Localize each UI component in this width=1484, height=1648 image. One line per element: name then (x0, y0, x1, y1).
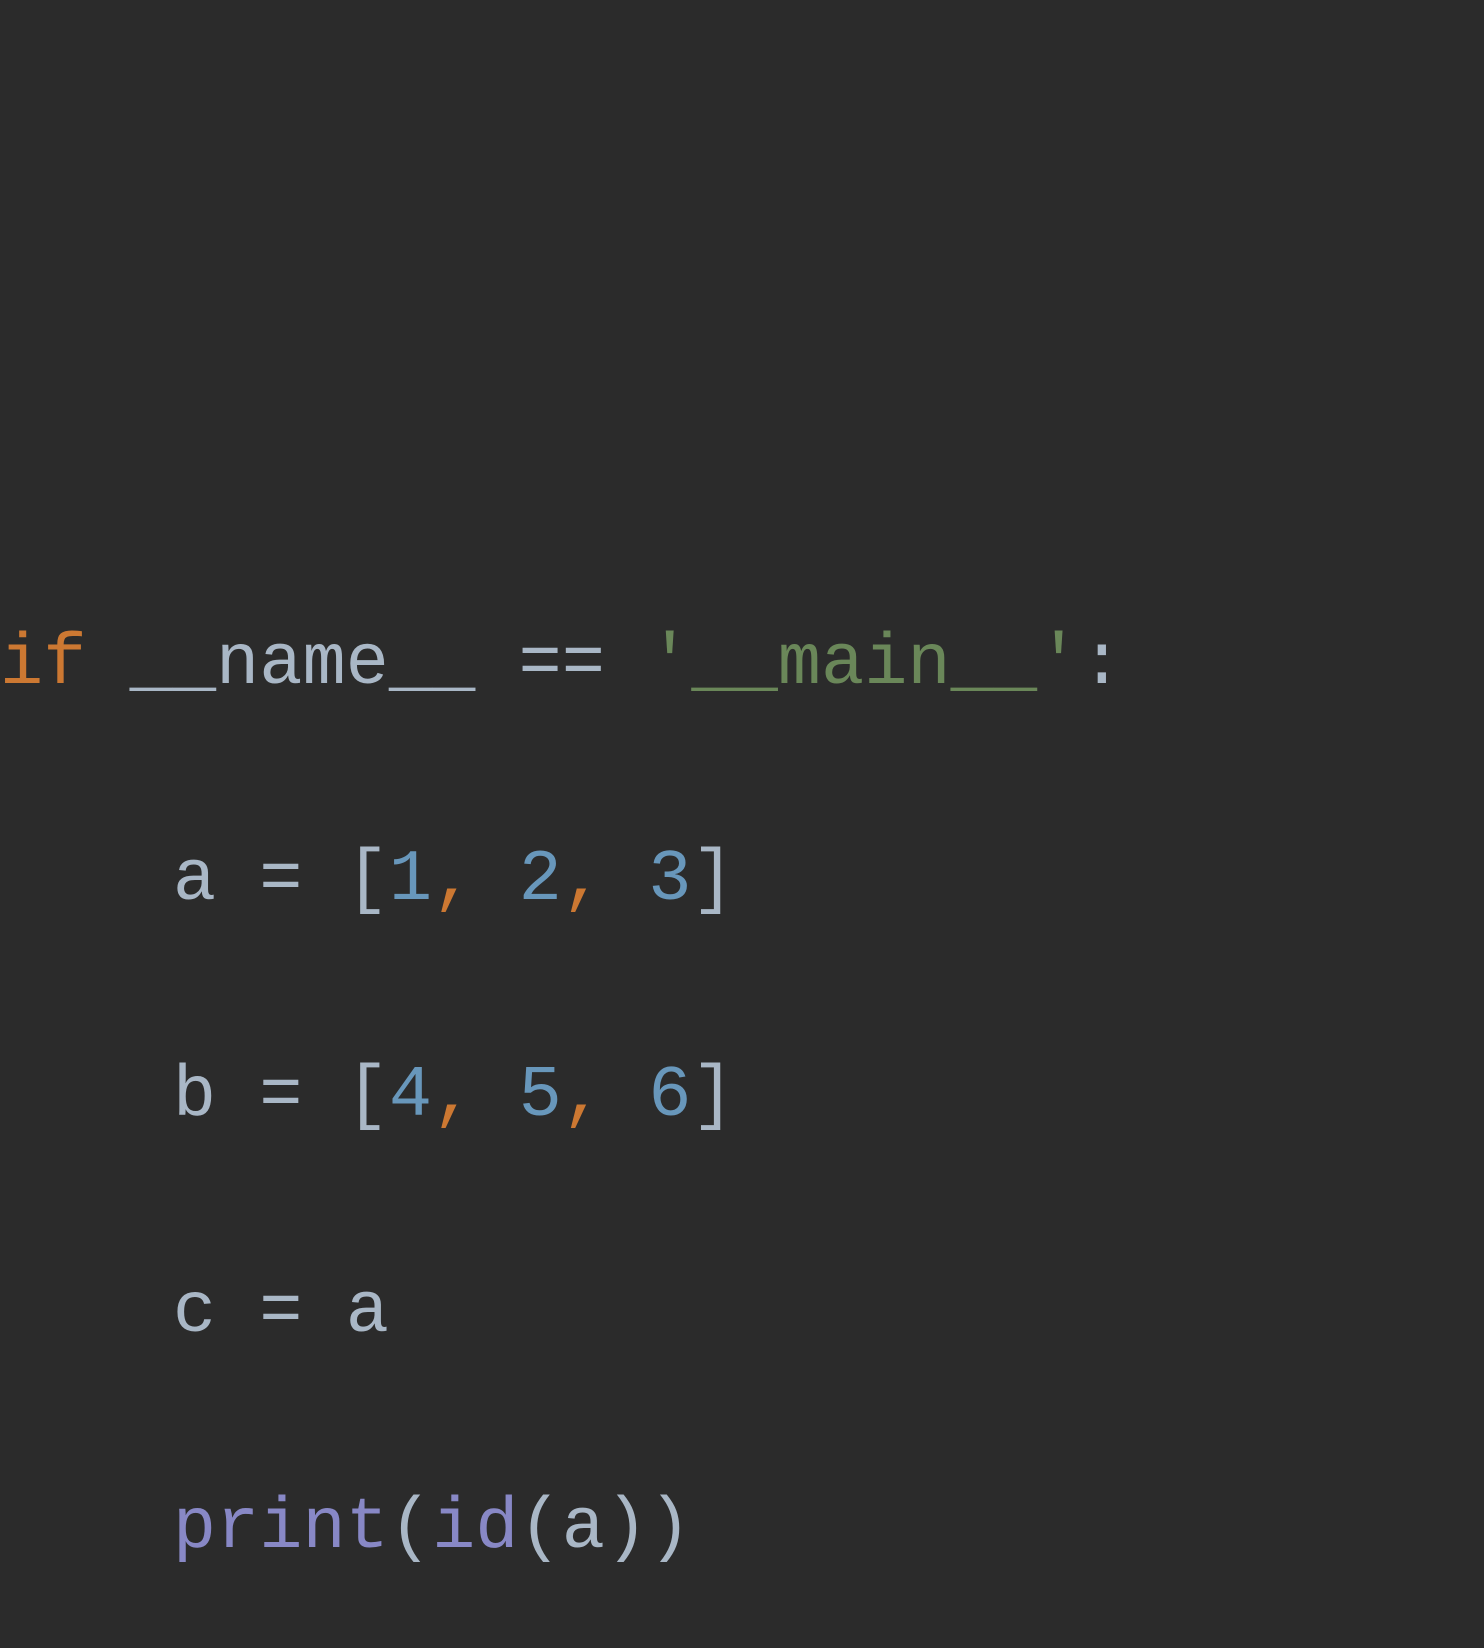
code-editor[interactable]: if __name__ == '__main__': a = [1, 2, 3]… (0, 442, 1484, 1648)
bracket-close: ] (691, 1055, 734, 1137)
space (302, 1271, 345, 1353)
builtin-id: id (432, 1487, 518, 1569)
code-line-3[interactable]: b = [4, 5, 6] (0, 1042, 1484, 1150)
var-b: b (173, 1055, 259, 1137)
operator-eq: == (519, 623, 605, 705)
number-1: 1 (389, 839, 432, 921)
number-3: 3 (648, 839, 691, 921)
paren-close: ) (605, 1487, 648, 1569)
indent (0, 1271, 173, 1353)
code-line-5[interactable]: print(id(a)) (0, 1474, 1484, 1582)
string-main: '__main__' (648, 623, 1080, 705)
code-line-4[interactable]: c = a (0, 1258, 1484, 1366)
paren-open: ( (389, 1487, 432, 1569)
indent (0, 839, 173, 921)
bracket-close: ] (691, 839, 734, 921)
number-6: 6 (648, 1055, 691, 1137)
paren-close: ) (648, 1487, 691, 1569)
indent (0, 1487, 173, 1569)
keyword-if: if (0, 623, 86, 705)
space (605, 623, 648, 705)
comma: , (432, 1055, 475, 1137)
comma: , (562, 839, 605, 921)
space (605, 1055, 648, 1137)
colon: : (1080, 623, 1123, 705)
arg-a: a (562, 1487, 605, 1569)
space (86, 623, 129, 705)
space (302, 839, 345, 921)
number-5: 5 (519, 1055, 562, 1137)
var-a: a (173, 839, 259, 921)
space (475, 1055, 518, 1137)
comma: , (432, 839, 475, 921)
dunder-name: __name__ (130, 623, 519, 705)
operator-assign: = (259, 1271, 302, 1353)
comma: , (562, 1055, 605, 1137)
bracket-open: [ (346, 1055, 389, 1137)
var-c: c (173, 1271, 259, 1353)
space (302, 1055, 345, 1137)
space (475, 839, 518, 921)
code-line-2[interactable]: a = [1, 2, 3] (0, 826, 1484, 934)
number-2: 2 (519, 839, 562, 921)
operator-assign: = (259, 839, 302, 921)
number-4: 4 (389, 1055, 432, 1137)
indent (0, 1055, 173, 1137)
space (605, 839, 648, 921)
paren-open: ( (519, 1487, 562, 1569)
builtin-print: print (173, 1487, 389, 1569)
var-ref-a: a (346, 1271, 389, 1353)
code-line-1[interactable]: if __name__ == '__main__': (0, 610, 1484, 718)
operator-assign: = (259, 1055, 302, 1137)
bracket-open: [ (346, 839, 389, 921)
